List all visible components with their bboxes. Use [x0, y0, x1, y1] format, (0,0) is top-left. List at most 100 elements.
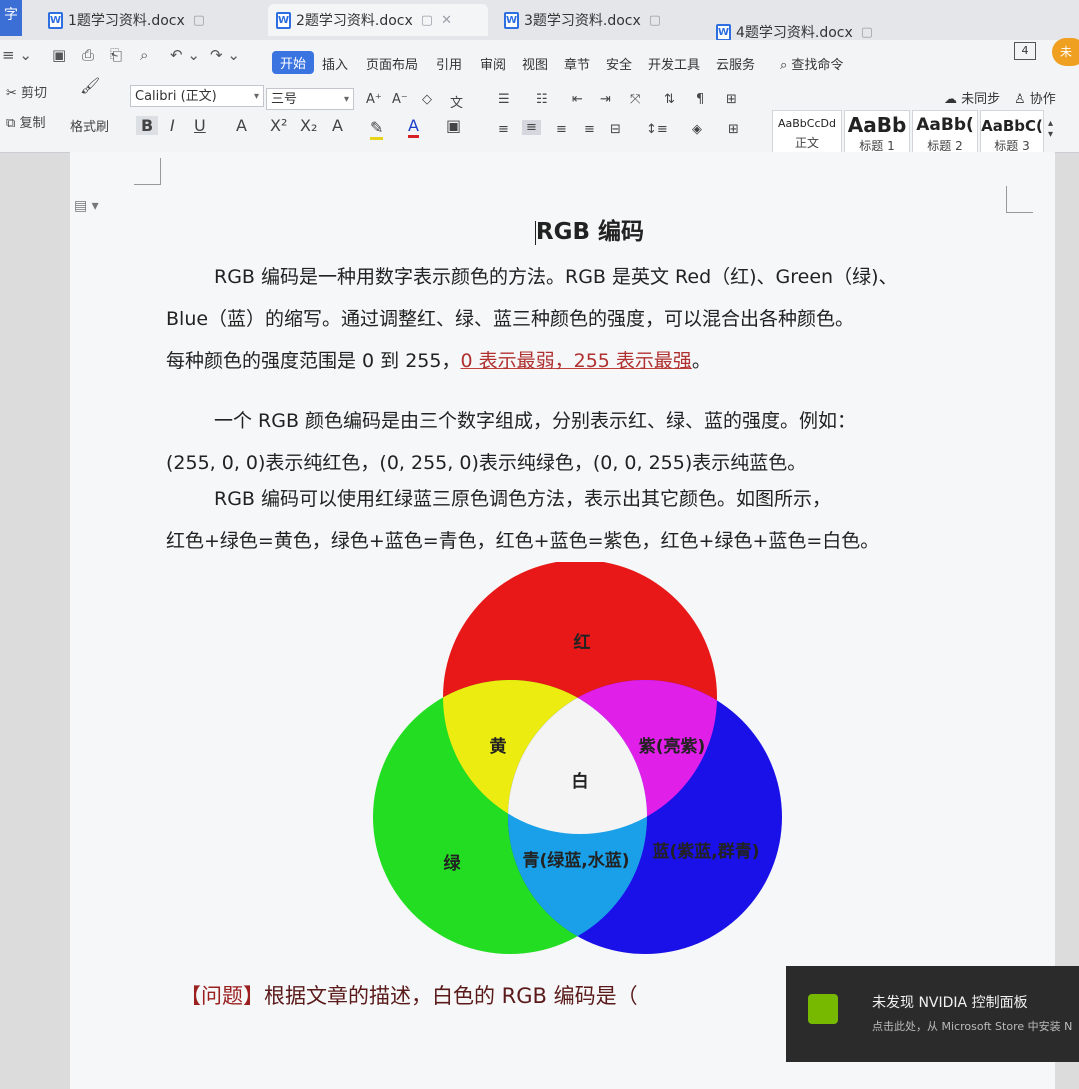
app-menu-stub[interactable]: 字 — [0, 0, 22, 36]
paragraph: 一个 RGB 颜色编码是由三个数字组成，分别表示红、绿、蓝的强度。例如： (25… — [166, 410, 857, 474]
align-left-icon[interactable]: ≡ — [498, 122, 509, 137]
word-doc-icon: W — [276, 11, 291, 29]
menu-tab-chapter[interactable]: 章节 — [564, 54, 590, 73]
ribbon: ≡ ⌄ ▣ ⎙ ⎗ ⌕ ↶ ⌄ ↷ ⌄ 开始 插入 页面布局 引用 审阅 视图 … — [0, 40, 1079, 166]
decrease-indent-icon[interactable]: ⇤ — [572, 92, 583, 107]
show-marks-icon[interactable]: ¶ — [696, 92, 704, 107]
distribute-icon[interactable]: ⊟ — [610, 122, 621, 137]
increase-indent-icon[interactable]: ⇥ — [600, 92, 611, 107]
copy-button[interactable]: ⧉ 复制 — [6, 112, 45, 131]
menu-tab-developer[interactable]: 开发工具 — [648, 54, 700, 73]
align-center-icon[interactable]: ≡ — [522, 120, 541, 135]
cloud-icon: ▢ — [860, 24, 874, 40]
label-white: 白 — [572, 771, 589, 792]
document-title: RGB 编码 — [534, 219, 645, 245]
save-icon[interactable]: ▣ — [52, 46, 66, 64]
borders-icon[interactable]: ⊞ — [728, 122, 739, 137]
tab-label: 2题学习资料.docx — [296, 13, 413, 29]
font-size-select[interactable]: 三号 ▾ — [266, 88, 354, 110]
tab-label: 1题学习资料.docx — [68, 13, 185, 29]
underlined-text: 0 表示最弱，255 表示最强 — [460, 350, 692, 372]
avatar[interactable]: 未 — [1052, 38, 1079, 66]
word-doc-icon: W — [716, 23, 731, 41]
align-right-icon[interactable]: ≡ — [556, 122, 567, 137]
menu-tab-view[interactable]: 视图 — [522, 54, 548, 73]
numbered-list-icon[interactable]: ☷ — [536, 92, 548, 107]
cloud-icon: ▢ — [420, 12, 434, 28]
margin-mark — [1006, 186, 1033, 213]
window-count-badge[interactable]: 4 — [1014, 42, 1036, 60]
underline-button[interactable]: U — [194, 116, 206, 135]
nvidia-logo-icon — [808, 994, 838, 1024]
user-icon: ♙ — [1014, 92, 1026, 107]
undo-icon[interactable]: ↶ ⌄ — [170, 46, 200, 64]
phonetic-icon[interactable]: 文 — [450, 92, 463, 111]
tab-bar: 字 W 1题学习资料.docx ▢ W 2题学习资料.docx ▢ ✕ W 3题… — [0, 0, 1079, 65]
notification-title: 未发现 NVIDIA 控制面板 — [872, 995, 1028, 1011]
cloud-icon: ▢ — [192, 12, 206, 28]
tab-label: 4题学习资料.docx — [736, 25, 853, 41]
nvidia-notification[interactable]: 未发现 NVIDIA 控制面板 点击此处，从 Microsoft Store 中… — [786, 966, 1079, 1062]
cloud-icon: ▢ — [648, 12, 662, 28]
print-preview-icon[interactable]: ⌕ — [140, 46, 148, 64]
rgb-venn-diagram: 红 黄 紫(亮紫) 白 绿 青(绿蓝,水蓝) 蓝(紫蓝,群青) — [373, 562, 782, 954]
label-blue: 蓝(紫蓝,群青) — [653, 841, 760, 862]
justify-icon[interactable]: ≡ — [584, 122, 595, 137]
cut-button[interactable]: ✂ 剪切 — [6, 82, 47, 101]
margin-mark — [134, 158, 161, 185]
label-green: 绿 — [444, 853, 462, 874]
paragraph: RGB 编码可以使用红绿蓝三原色调色方法，表示出其它颜色。如图所示， 红色+绿色… — [166, 488, 880, 552]
question-text: 【问题】根据文章的描述，白色的 RGB 编码是（ — [180, 984, 638, 1008]
grow-font-icon[interactable]: A⁺ — [366, 92, 382, 107]
tab-doc-2[interactable]: W 2题学习资料.docx ▢ ✕ — [268, 4, 488, 36]
font-name-select[interactable]: Calibri (正文) ▾ — [130, 85, 264, 107]
collaborate-button[interactable]: ♙ 协作 — [1014, 88, 1056, 107]
menu-tab-page-layout[interactable]: 页面布局 — [366, 54, 418, 73]
char-border-icon[interactable]: ▣ — [446, 116, 461, 135]
subscript-button[interactable]: X₂ — [300, 116, 317, 135]
tab-stop-icon[interactable]: ⊞ — [726, 92, 737, 107]
format-painter-button[interactable]: 格式刷 — [70, 116, 109, 135]
text-direction-icon[interactable]: ⤧ — [630, 92, 640, 107]
search-icon: ⌕ — [780, 58, 788, 73]
tab-doc-1[interactable]: W 1题学习资料.docx ▢ — [40, 4, 260, 36]
menu-tab-insert[interactable]: 插入 — [322, 54, 348, 73]
shading-icon[interactable]: ◈ — [692, 122, 702, 137]
word-doc-icon: W — [504, 11, 519, 29]
label-red: 红 — [574, 632, 591, 653]
label-cyan: 青(绿蓝,水蓝) — [523, 850, 630, 871]
italic-button[interactable]: I — [170, 116, 175, 135]
font-color-button[interactable]: A — [408, 116, 419, 138]
menu-dropdown-icon[interactable]: ≡ ⌄ — [2, 46, 32, 64]
copy-icon: ⧉ — [6, 116, 16, 131]
styles-scroll-icon[interactable]: ▴ ▾ — [1048, 118, 1053, 140]
tab-doc-3[interactable]: W 3题学习资料.docx ▢ — [496, 4, 696, 36]
menu-tab-cloud[interactable]: 云服务 — [716, 54, 755, 73]
sync-status[interactable]: ☁ 未同步 — [944, 88, 1000, 107]
clear-format-icon[interactable]: ◇ — [422, 92, 432, 107]
print-icon[interactable]: ⎗ — [110, 46, 122, 64]
line-spacing-icon[interactable]: ↕≡ — [646, 122, 668, 137]
superscript-button[interactable]: X² — [270, 116, 287, 135]
menu-tab-home[interactable]: 开始 — [272, 51, 315, 74]
label-yellow: 黄 — [490, 736, 507, 757]
sort-icon[interactable]: ⇅ — [664, 92, 675, 107]
bold-button[interactable]: B — [136, 116, 159, 135]
highlight-icon[interactable]: ✎ — [370, 118, 384, 140]
label-magenta: 紫(亮紫) — [639, 736, 706, 757]
text-effect-button[interactable]: A — [332, 116, 343, 135]
export-pdf-icon[interactable]: ⎙ — [82, 46, 94, 64]
redo-icon[interactable]: ↷ ⌄ — [210, 46, 240, 64]
menu-tab-references[interactable]: 引用 — [436, 54, 462, 73]
chevron-down-icon: ▾ — [253, 91, 259, 102]
menu-tab-security[interactable]: 安全 — [606, 54, 632, 73]
strikethrough-button[interactable]: A — [236, 116, 247, 135]
scissors-icon: ✂ — [6, 86, 17, 101]
command-search[interactable]: ⌕ 查找命令 — [780, 54, 843, 73]
word-doc-icon: W — [48, 11, 63, 29]
tab-label: 3题学习资料.docx — [524, 13, 641, 29]
menu-tab-review[interactable]: 审阅 — [480, 54, 506, 73]
bullet-list-icon[interactable]: ☰ — [498, 92, 510, 107]
close-icon[interactable]: ✕ — [441, 13, 452, 28]
shrink-font-icon[interactable]: A⁻ — [392, 92, 408, 107]
